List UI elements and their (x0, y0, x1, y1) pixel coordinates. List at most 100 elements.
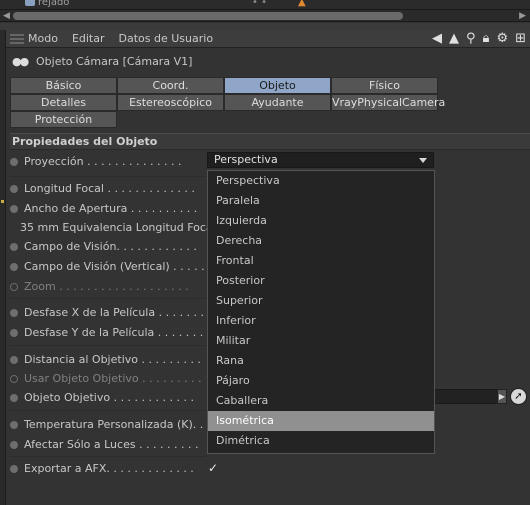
keyframe-bullet[interactable] (10, 464, 18, 473)
prop-temperatura[interactable]: Temperatura Personalizada (K). . . . (10, 417, 210, 432)
lock-icon[interactable]: 🔒︎ (483, 31, 490, 46)
tag-icon[interactable]: ▲ (298, 0, 306, 8)
prop-label: Afectar Sólo a Luces . . . . . . . . . (24, 438, 199, 451)
dropdown-option[interactable]: Caballera (208, 391, 434, 411)
object-picker-icon[interactable]: ➚ (510, 388, 527, 405)
prop-label: Ancho de Apertura . . . . . . . . . . (24, 202, 198, 215)
objeto-objetivo-menu-button[interactable]: ▶ (497, 389, 507, 404)
prop-ancho-apertura[interactable]: Ancho de Apertura . . . . . . . . . . (10, 201, 210, 216)
dropdown-option[interactable]: Dimétrica (208, 431, 434, 451)
scrollbar-thumb[interactable] (13, 12, 403, 20)
divider (10, 176, 206, 177)
dropdown-option[interactable]: Paralela (208, 191, 434, 211)
prop-label: Campo de Visión (Vertical) . . . . . (24, 260, 205, 273)
dropdown-option[interactable]: Derecha (208, 231, 434, 251)
prop-exportar-afx[interactable]: Exportar a AFX. . . . . . . . . . . . . (10, 461, 210, 476)
prop-label: Distancia al Objetivo . . . . . . . . . (24, 353, 201, 366)
object-list-cell[interactable]: rejado (38, 0, 69, 8)
projection-select[interactable]: Perspectiva (207, 152, 434, 168)
keyframe-bullet (10, 282, 18, 291)
keyframe-bullet[interactable] (10, 262, 18, 271)
keyframe-bullet (10, 374, 18, 383)
keyframe-bullet[interactable] (10, 420, 18, 429)
left-panel-edge (0, 30, 6, 505)
prop-campo-vision[interactable]: Campo de Visión. . . . . . . . . . . . (10, 239, 210, 254)
add-panel-icon[interactable]: ⊞ (515, 31, 526, 46)
horizontal-scrollbar[interactable]: ◀ ▶ (0, 10, 530, 22)
keyframe-bullet[interactable] (10, 328, 18, 337)
divider (10, 456, 206, 457)
menu-modo[interactable]: Modo (28, 32, 58, 45)
prop-objeto-objetivo[interactable]: Objeto Objetivo . . . . . . . . . . . . (10, 390, 210, 405)
menu-datos-usuario[interactable]: Datos de Usuario (119, 32, 214, 45)
objeto-objetivo-field[interactable] (434, 389, 498, 404)
prop-label: Zoom . . . . . . . . . . . . . . . . . .… (24, 280, 189, 293)
dropdown-option[interactable]: Militar (208, 331, 434, 351)
prop-desfase-x[interactable]: Desfase X de la Película . . . . . . . (10, 305, 210, 320)
tab-detalles[interactable]: Detalles (10, 94, 117, 111)
tab-vrayphysicalcamera[interactable]: VrayPhysicalCamera (331, 94, 445, 111)
search-icon[interactable]: ⚲ (466, 31, 476, 46)
keyframe-bullet[interactable] (10, 157, 18, 166)
menubar-tools: ◀̶ ▲ ⚲ 🔒︎ ⚙ ⊞ (432, 31, 526, 46)
keyframe-bullet[interactable] (10, 393, 18, 402)
divider (10, 298, 206, 299)
keyframe-bullet[interactable] (10, 355, 18, 364)
projection-dropdown: Perspectiva Paralela Izquierda Derecha Front… (207, 170, 435, 454)
projection-value: Perspectiva (214, 153, 278, 166)
prop-proyeccion[interactable]: Proyección . . . . . . . . . . . . . . (10, 154, 210, 169)
tab-objeto[interactable]: Objeto (224, 77, 331, 94)
visibility-dots-icon[interactable]: • • (252, 0, 267, 8)
dropdown-option[interactable]: Frontal (208, 251, 434, 271)
prop-label: Temperatura Personalizada (K). . . . (24, 418, 210, 431)
prop-label: Desfase Y de la Película . . . . . . . (24, 326, 204, 339)
scroll-right-icon[interactable]: ▶ (519, 11, 526, 21)
menu-editar[interactable]: Editar (72, 32, 105, 45)
back-arrow-icon[interactable]: ◀̶ (432, 31, 442, 46)
prop-usar-objeto-objetivo: Usar Objeto Objetivo . . . . . . . . . (10, 371, 210, 386)
prop-desfase-y[interactable]: Desfase Y de la Película . . . . . . . (10, 325, 210, 340)
scroll-left-icon[interactable]: ◀ (3, 11, 10, 21)
attribute-menubar: Modo Editar Datos de Usuario ◀̶ ▲ ⚲ 🔒︎ ⚙… (6, 30, 530, 48)
prop-label: Objeto Objetivo . . . . . . . . . . . . (24, 391, 194, 404)
prop-label: Desfase X de la Película . . . . . . . (24, 306, 205, 319)
divider (10, 410, 206, 411)
prop-afectar-luces[interactable]: Afectar Sólo a Luces . . . . . . . . . (10, 437, 210, 452)
prop-label: Usar Objeto Objetivo . . . . . . . . . (24, 372, 202, 385)
cursor-arrow-icon[interactable]: ▲ (449, 31, 459, 46)
keyframe-bullet[interactable] (10, 184, 18, 193)
dropdown-option[interactable]: Perspectiva (208, 171, 434, 191)
exportar-afx-checkbox[interactable]: ✓ (208, 461, 218, 475)
dropdown-option[interactable]: Posterior (208, 271, 434, 291)
prop-label: Longitud Focal . . . . . . . . . . . . . (24, 182, 195, 195)
prop-distancia-objetivo[interactable]: Distancia al Objetivo . . . . . . . . . (10, 352, 210, 367)
grid-object-icon (25, 0, 35, 6)
keyframe-bullet[interactable] (10, 242, 18, 251)
dropdown-option[interactable]: Izquierda (208, 211, 434, 231)
keyframe-bullet[interactable] (10, 204, 18, 213)
prop-longitud-focal[interactable]: Longitud Focal . . . . . . . . . . . . . (10, 181, 210, 196)
panel-divider[interactable] (0, 23, 530, 30)
keyframe-bullet[interactable] (10, 440, 18, 449)
dropdown-option[interactable]: Pájaro (208, 371, 434, 391)
chevron-down-icon (419, 158, 427, 163)
settings-icon[interactable]: ⚙ (496, 31, 508, 46)
tab-basico[interactable]: Básico (10, 77, 117, 94)
marker-dot (1, 200, 4, 203)
tab-proteccion[interactable]: Protección (10, 111, 117, 128)
tab-ayudante[interactable]: Ayudante (224, 94, 331, 111)
dropdown-option[interactable]: Inferior (208, 311, 434, 331)
dropdown-option[interactable]: Isométrica (208, 411, 434, 431)
divider (10, 345, 206, 346)
keyframe-bullet[interactable] (10, 308, 18, 317)
prop-zoom: Zoom . . . . . . . . . . . . . . . . . .… (10, 279, 210, 294)
prop-label: Campo de Visión. . . . . . . . . . . . (24, 240, 197, 253)
dropdown-option[interactable]: Rana (208, 351, 434, 371)
tab-fisico[interactable]: Físico (331, 77, 438, 94)
object-header: ●● Objeto Cámara [Cámara V1] (6, 51, 530, 71)
dropdown-option[interactable]: Superior (208, 291, 434, 311)
menu-grip-icon[interactable] (10, 33, 24, 44)
tab-coord[interactable]: Coord. (117, 77, 224, 94)
prop-campo-vision-vertical[interactable]: Campo de Visión (Vertical) . . . . . (10, 259, 210, 274)
tab-estereoscopico[interactable]: Estereoscópico (117, 94, 224, 111)
